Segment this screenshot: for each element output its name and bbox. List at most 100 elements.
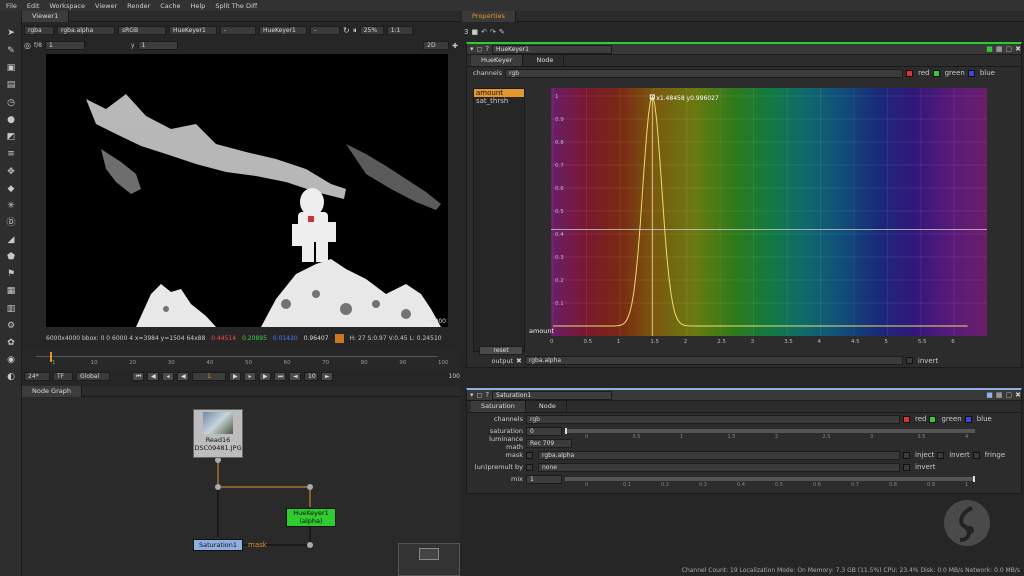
saturation-slider[interactable]: 0 0.5 1 1.5 2 2.5 3 3.5 4 (565, 428, 975, 440)
node-icon[interactable]: ■ (471, 28, 478, 36)
channel-icon[interactable]: ● (5, 115, 17, 126)
help-icon[interactable]: ? (485, 391, 489, 399)
input-a-select[interactable]: HueKeyer1 (169, 26, 217, 35)
draw-icon[interactable]: ▤ (5, 80, 17, 91)
menu-workspace[interactable]: Workspace (49, 2, 85, 10)
menu-split-the-diff[interactable]: Split The Diff (215, 2, 257, 10)
next-frame-button[interactable]: ▸ (244, 372, 256, 381)
navigator-minimap[interactable] (398, 543, 460, 576)
timeline[interactable]: 1 10 20 30 40 50 60 70 80 90 100 (22, 350, 460, 370)
first-frame-button[interactable]: ⏮ (132, 372, 144, 381)
3d-icon[interactable]: Ⓓ (5, 218, 17, 229)
mix-slider[interactable]: 0 0.1 0.2 0.3 0.4 0.5 0.6 0.7 0.8 0.9 1 (565, 476, 975, 488)
output-select[interactable]: rgba.alpha (524, 356, 903, 365)
frame-field[interactable]: 1 (44, 41, 85, 50)
last-frame-button[interactable]: ⏭ (274, 372, 286, 381)
lock-icon[interactable]: ✚ (452, 42, 458, 50)
current-frame-field[interactable]: 1 (192, 372, 226, 381)
time-icon[interactable]: ◷ (5, 98, 17, 109)
output-invert-checkbox[interactable] (905, 357, 913, 364)
next-key-button[interactable]: ▶ (259, 372, 271, 381)
prev-key-button[interactable]: ◀ (147, 372, 159, 381)
mix-slider-handle[interactable] (973, 476, 975, 482)
edit-icon[interactable]: ✎ (499, 28, 505, 36)
tab-huekeyer-node[interactable]: Node (526, 55, 565, 66)
saturation-node[interactable]: Saturation1 (193, 539, 243, 551)
furnace-icon[interactable]: ◉ (5, 355, 17, 366)
curve-item-amount[interactable]: amount (474, 89, 524, 97)
colorspace-select[interactable]: sRGB (118, 26, 166, 35)
prev-frame-button[interactable]: ◂ (162, 372, 174, 381)
menu-cache[interactable]: Cache (160, 2, 180, 10)
redo-icon[interactable]: ↷ (490, 28, 496, 36)
green-checkbox[interactable] (932, 69, 940, 77)
sat-red-checkbox[interactable] (903, 415, 910, 423)
menu-file[interactable]: File (6, 2, 17, 10)
menu-help[interactable]: Help (190, 2, 205, 10)
sat-channels-select[interactable]: rgb (526, 414, 900, 424)
close-icon[interactable]: ✖ (1015, 391, 1021, 399)
tab-saturation-node[interactable]: Node (528, 401, 567, 412)
blue-checkbox[interactable] (967, 69, 975, 77)
sat-color-icon[interactable]: ■ (986, 391, 993, 399)
fringe-checkbox[interactable] (972, 451, 980, 459)
viewer-image[interactable]: 6000 (46, 54, 448, 327)
alpha-select[interactable]: rgba.alpha (57, 26, 115, 35)
hue-curve-graph[interactable]: 1 0.9 0.8 0.7 0.6 0.5 0.4 0.3 0.2 0.1 0 0.5 1 1.5 2 2.… (529, 88, 987, 345)
transform-icon[interactable]: ✳ (5, 201, 17, 212)
other-icon[interactable]: ✿ (5, 338, 17, 349)
keyer-color-icon[interactable]: ■ (986, 45, 993, 53)
step-back-button[interactable]: ◄ (289, 372, 301, 381)
premult-invert-checkbox[interactable] (903, 463, 910, 471)
tab-viewer1[interactable]: Viewer1 (22, 10, 70, 22)
tag-icon[interactable]: ⬟ (5, 252, 17, 263)
panel-menu-icon[interactable]: ▦ (996, 45, 1003, 53)
image-icon[interactable]: ▣ (5, 63, 17, 74)
luminance-select[interactable]: Rec 709 (526, 438, 572, 448)
help-icon[interactable]: ? (485, 45, 489, 53)
refresh-icon[interactable]: ↻ (343, 26, 350, 35)
collapse-icon[interactable]: ▾ (470, 391, 474, 399)
float-icon[interactable]: ▢ (1006, 45, 1013, 53)
mask-invert-checkbox[interactable] (937, 451, 945, 459)
ratio-select[interactable]: 1:1 (386, 26, 413, 35)
y-field[interactable]: 1 (137, 41, 178, 50)
global-select[interactable]: Global (76, 372, 110, 381)
deep-icon[interactable]: ⚑ (5, 269, 17, 280)
play-button[interactable]: ▶ (229, 372, 241, 381)
sat-blue-checkbox[interactable] (964, 415, 972, 423)
menu-viewer[interactable]: Viewer (95, 2, 117, 10)
menu-render[interactable]: Render (127, 2, 150, 10)
tab-node-graph[interactable]: Node Graph (22, 385, 82, 397)
play-back-button[interactable]: ◀ (177, 372, 189, 381)
zoom-select[interactable]: 25% (359, 26, 384, 35)
tab-properties[interactable]: Properties (462, 10, 516, 22)
merge-icon[interactable]: ◆ (5, 184, 17, 195)
paint-icon[interactable]: ✎ (5, 46, 17, 57)
saturation-field[interactable]: 0 (526, 426, 562, 436)
keyer-icon[interactable]: ✥ (5, 167, 17, 178)
premult-select[interactable]: none (538, 462, 900, 472)
disable-icon[interactable]: ◻ (477, 391, 483, 399)
curve-item-sat-thrsh[interactable]: sat_thrsh (474, 97, 524, 105)
step-field[interactable]: 10 (304, 372, 318, 381)
view-mode-select[interactable]: 2D (423, 41, 450, 50)
red-checkbox[interactable] (906, 69, 914, 77)
mask-checkbox[interactable] (526, 451, 533, 459)
inject-checkbox[interactable] (903, 451, 910, 459)
reset-button[interactable]: reset (479, 346, 523, 355)
collapse-icon[interactable]: ▾ (470, 45, 474, 53)
mix-field[interactable]: 1 (526, 474, 562, 484)
toolsets-icon[interactable]: ⚙ (5, 321, 17, 332)
input-b2-select[interactable]: - (310, 26, 340, 35)
particles-icon[interactable]: ◢ (5, 235, 17, 246)
menu-edit[interactable]: Edit (27, 2, 40, 10)
pause-icon[interactable]: ⏸ (353, 26, 357, 36)
channel-select[interactable]: rgba (24, 26, 54, 35)
close-icon[interactable]: ✖ (1015, 45, 1021, 53)
color-icon[interactable]: ◩ (5, 132, 17, 143)
premult-checkbox[interactable] (526, 463, 533, 471)
huekeyer-node[interactable]: HueKeyer1 (alpha) (286, 508, 336, 527)
undo-icon[interactable]: ↶ (481, 28, 487, 36)
float-icon[interactable]: ▢ (1006, 391, 1013, 399)
